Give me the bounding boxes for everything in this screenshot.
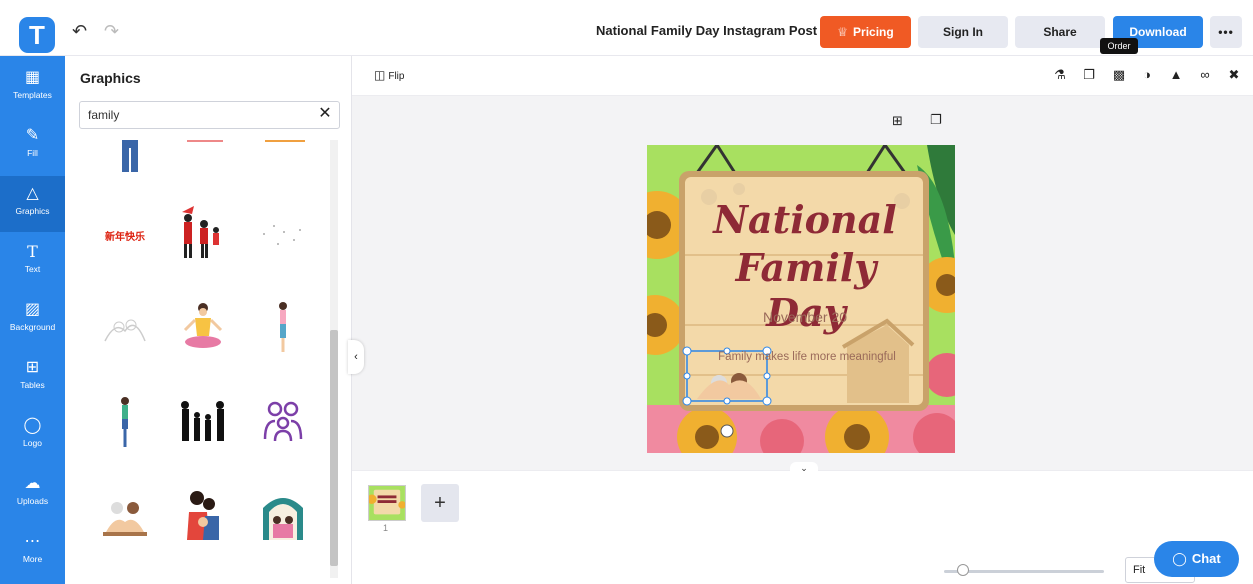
card-tagline[interactable]: Family makes life more meaningful <box>697 351 917 363</box>
graphic-thumb-family-hug[interactable] <box>173 484 233 544</box>
left-rail: ▦ Templates ✎ Fill △ Graphics T Text ▨ B… <box>0 56 65 584</box>
rail-item-graphics[interactable]: △ Graphics <box>0 176 65 232</box>
share-button[interactable]: Share <box>1015 16 1105 48</box>
pricing-button[interactable]: ♕ Pricing <box>820 16 911 48</box>
design-canvas[interactable]: National Family Day November 20 Family m… <box>647 145 955 453</box>
crown-icon: ♕ <box>837 25 849 39</box>
flip-label: Flip <box>388 71 405 82</box>
redo-icon[interactable]: ↷ <box>104 21 119 42</box>
upload-icon: ☁ <box>24 475 41 492</box>
document-title[interactable]: National Family Day Instagram Post <box>596 23 817 38</box>
order-tooltip: Order <box>1100 38 1138 54</box>
rail-label: Templates <box>13 90 52 100</box>
graphic-thumb-grandparents[interactable] <box>95 486 155 546</box>
templates-icon: ▦ <box>24 69 41 86</box>
opacity-icon[interactable]: ◑ <box>1139 67 1155 82</box>
link-icon[interactable]: ∞ <box>1197 67 1213 82</box>
graphic-thumb-family-silhouette[interactable] <box>173 391 233 451</box>
add-frame-icon[interactable]: ⊞ <box>892 113 903 129</box>
collapse-panel-button[interactable]: ‹ <box>348 340 364 374</box>
rail-label: Tables <box>20 380 45 390</box>
rail-item-uploads[interactable]: ☁ Uploads <box>0 466 65 522</box>
pricing-label: Pricing <box>853 25 894 39</box>
zoom-slider-handle[interactable] <box>957 564 969 576</box>
graphic-thumb-dots[interactable] <box>250 204 310 264</box>
table-icon: ⊞ <box>25 359 40 376</box>
rail-item-templates[interactable]: ▦ Templates <box>0 60 65 116</box>
graphic-thumb-pants[interactable] <box>100 140 160 200</box>
text-icon: T <box>27 242 38 261</box>
graphic-thumb-sketch-family[interactable] <box>95 301 155 361</box>
rail-item-background[interactable]: ▨ Background <box>0 292 65 348</box>
more-icon: ⋯ <box>24 533 41 550</box>
graphic-thumb-tree-pose[interactable] <box>95 391 155 451</box>
page-number: 1 <box>383 523 389 533</box>
duplicate-page-icon[interactable]: ❐ <box>930 112 942 128</box>
graphic-thumb-yoga-woman[interactable] <box>173 296 233 356</box>
rail-item-logo[interactable]: ◯ Logo <box>0 408 65 464</box>
element-toolbar: ◫ Flip ⚗ ❐ ▩ ◑ ▲ ∞ ✖ <box>352 56 1253 96</box>
graphic-thumb-chinese-text[interactable]: 新年快乐 <box>95 208 155 268</box>
order-icon[interactable]: ▩ <box>1111 67 1127 83</box>
rail-item-tables[interactable]: ⊞ Tables <box>0 350 65 406</box>
paint-roller-icon[interactable]: ⚗ <box>1052 67 1068 83</box>
graphic-thumb-yoga-pose[interactable] <box>253 296 313 356</box>
rail-label: Background <box>9 322 56 332</box>
rail-label: Logo <box>23 438 42 448</box>
undo-icon[interactable]: ↶ <box>72 21 87 42</box>
card-title-line1[interactable]: National <box>695 197 915 242</box>
graphic-thumb-text[interactable] <box>175 128 235 188</box>
rail-label: Graphics <box>15 206 50 216</box>
card-date[interactable]: November 20 <box>695 309 915 325</box>
pages-strip <box>352 470 1253 584</box>
top-bar: T ↶ ↷ National Family Day Instagram Post… <box>0 0 1253 56</box>
sign-in-button[interactable]: Sign In <box>918 16 1008 48</box>
copy-style-icon[interactable]: ❐ <box>1081 67 1097 83</box>
graphic-thumb-text[interactable] <box>255 128 315 188</box>
close-icon[interactable]: ✕ <box>315 104 335 124</box>
more-options-button[interactable]: ••• <box>1210 16 1242 48</box>
rail-item-text[interactable]: T Text <box>0 234 65 290</box>
rail-item-fill[interactable]: ✎ Fill <box>0 118 65 174</box>
flip-button[interactable]: ◫ Flip <box>374 68 404 82</box>
graphic-thumb-family-arch[interactable] <box>253 484 313 544</box>
rail-label: Fill <box>27 148 38 158</box>
shapes-icon: △ <box>26 185 39 202</box>
rail-label: Uploads <box>16 496 49 506</box>
chevron-left-icon: ‹ <box>354 351 358 363</box>
add-page-button[interactable]: + <box>421 484 459 522</box>
app-logo[interactable]: T <box>19 17 55 53</box>
page-thumbnail[interactable] <box>368 485 406 521</box>
rail-item-more[interactable]: ⋯ More <box>0 524 65 580</box>
trash-icon[interactable]: ✖ <box>1226 67 1242 83</box>
chevron-down-icon[interactable]: ⌄ <box>790 462 818 474</box>
pencil-icon: ✎ <box>25 127 40 144</box>
align-icon[interactable]: ▲ <box>1168 67 1184 82</box>
graphics-panel: Graphics ✕ 新年快乐 <box>65 56 352 584</box>
flip-icon: ◫ <box>374 68 386 82</box>
rail-label: More <box>22 554 43 564</box>
panel-scrollbar[interactable] <box>330 140 338 578</box>
chat-icon: ◯ <box>1172 551 1187 566</box>
chat-button[interactable]: ◯ Chat <box>1154 541 1239 577</box>
panel-title: Graphics <box>80 70 141 86</box>
chat-label: Chat <box>1191 551 1221 566</box>
logo-icon: ◯ <box>23 417 42 434</box>
graphic-thumb-family-lion-dance[interactable] <box>170 204 230 264</box>
graphic-thumb-family-outline-icon[interactable] <box>253 391 313 451</box>
background-icon: ▨ <box>24 301 41 318</box>
scrollbar-thumb[interactable] <box>330 330 338 566</box>
rail-label: Text <box>24 264 41 274</box>
search-input[interactable] <box>79 101 340 129</box>
